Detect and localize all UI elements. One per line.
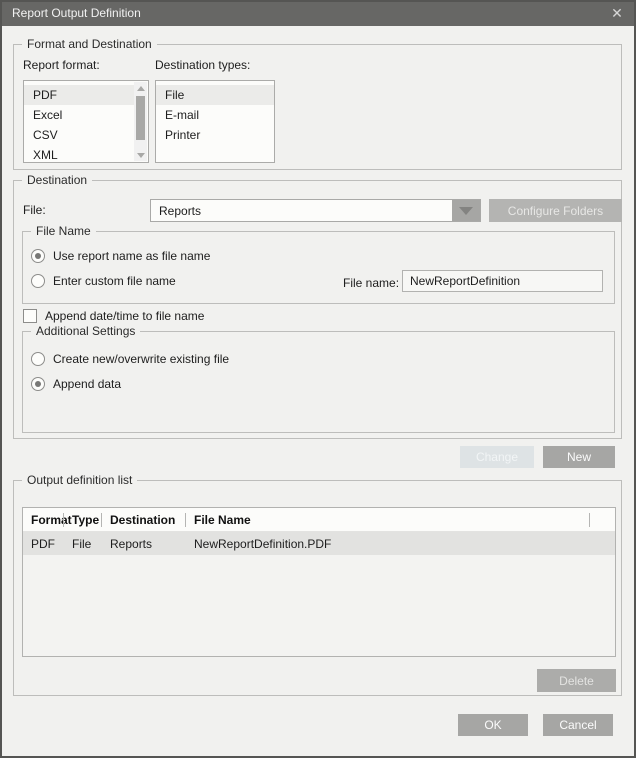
scrollbar-thumb[interactable] [136, 96, 145, 140]
radio-button-icon[interactable] [31, 352, 45, 366]
radio-create-new-overwrite[interactable]: Create new/overwrite existing file [31, 352, 229, 366]
table-row[interactable]: PDF File Reports NewReportDefinition.PDF [23, 532, 615, 555]
new-button[interactable]: New [543, 446, 615, 468]
group-file-name: File Name Use report name as file name E… [22, 231, 615, 304]
group-output-definition-list: Output definition list Format Type Desti… [13, 480, 622, 696]
close-icon[interactable]: ✕ [602, 0, 632, 26]
radio-button-icon[interactable] [31, 249, 45, 263]
radio-button-icon[interactable] [31, 377, 45, 391]
report-format-option-pdf[interactable]: PDF [24, 85, 134, 105]
ok-button[interactable]: OK [458, 714, 528, 736]
dropdown-button[interactable] [452, 200, 480, 221]
radio-enter-custom-name-label: Enter custom file name [53, 274, 176, 288]
column-header-filler [590, 508, 615, 531]
group-label-destination: Destination [22, 173, 92, 187]
radio-append-data-label: Append data [53, 377, 121, 391]
cell-type: File [64, 532, 102, 555]
cancel-button[interactable]: Cancel [543, 714, 613, 736]
group-label-additional-settings: Additional Settings [31, 324, 140, 338]
group-label-format-destination: Format and Destination [22, 37, 157, 51]
column-header-destination[interactable]: Destination [102, 508, 186, 531]
report-format-option-xml[interactable]: XML [24, 145, 134, 165]
table-header-row: Format Type Destination File Name [23, 508, 615, 532]
dialog-title: Report Output Definition [12, 6, 141, 20]
titlebar: Report Output Definition ✕ [0, 0, 636, 26]
append-datetime-label: Append date/time to file name [45, 309, 204, 323]
file-destination-value: Reports [151, 204, 452, 218]
report-format-option-excel[interactable]: Excel [24, 105, 134, 125]
group-additional-settings: Additional Settings Create new/overwrite… [22, 331, 615, 433]
report-format-option-csv[interactable]: CSV [24, 125, 134, 145]
delete-button[interactable]: Delete [537, 669, 616, 692]
column-header-type[interactable]: Type [64, 508, 102, 531]
radio-button-icon[interactable] [31, 274, 45, 288]
report-format-listbox[interactable]: PDF Excel CSV XML [23, 80, 149, 163]
scroll-up-icon[interactable] [134, 82, 147, 94]
configure-folders-button[interactable]: Configure Folders [489, 199, 622, 222]
radio-use-report-name[interactable]: Use report name as file name [31, 249, 210, 263]
radio-enter-custom-name[interactable]: Enter custom file name [31, 274, 176, 288]
group-format-and-destination: Format and Destination Report format: PD… [13, 44, 622, 170]
report-format-scrollbar[interactable] [134, 82, 147, 161]
destination-types-label: Destination types: [155, 58, 250, 73]
cell-file-name: NewReportDefinition.PDF [186, 532, 590, 555]
file-name-value: NewReportDefinition [410, 274, 520, 288]
group-label-output-definition-list: Output definition list [22, 473, 137, 487]
file-destination-combobox[interactable]: Reports [150, 199, 481, 222]
output-definition-table: Format Type Destination File Name PDF Fi… [22, 507, 616, 657]
report-format-label: Report format: [23, 58, 100, 73]
radio-append-data[interactable]: Append data [31, 377, 121, 391]
group-label-file-name: File Name [31, 224, 96, 238]
radio-use-report-name-label: Use report name as file name [53, 249, 210, 263]
checkbox-icon[interactable] [23, 309, 37, 323]
cell-destination: Reports [102, 532, 186, 555]
cell-filler [590, 532, 615, 555]
destination-type-option-email[interactable]: E-mail [156, 105, 274, 125]
destination-types-listbox[interactable]: File E-mail Printer [155, 80, 275, 163]
radio-create-new-overwrite-label: Create new/overwrite existing file [53, 352, 229, 366]
destination-type-option-printer[interactable]: Printer [156, 125, 274, 145]
scroll-down-icon[interactable] [134, 149, 147, 161]
column-header-format[interactable]: Format [23, 508, 64, 531]
group-destination: Destination File: Reports Configure Fold… [13, 180, 622, 439]
column-header-file-name[interactable]: File Name [186, 508, 590, 531]
file-name-input[interactable]: NewReportDefinition [402, 270, 603, 292]
report-output-definition-dialog: Report Output Definition ✕ Format and De… [0, 0, 636, 758]
chevron-down-icon [459, 207, 473, 215]
append-datetime-checkbox-row[interactable]: Append date/time to file name [23, 309, 204, 323]
change-button[interactable]: Change [460, 446, 534, 468]
file-label: File: [23, 203, 46, 218]
file-name-label: File name: [343, 276, 399, 291]
cell-format: PDF [23, 532, 64, 555]
destination-type-option-file[interactable]: File [156, 85, 274, 105]
